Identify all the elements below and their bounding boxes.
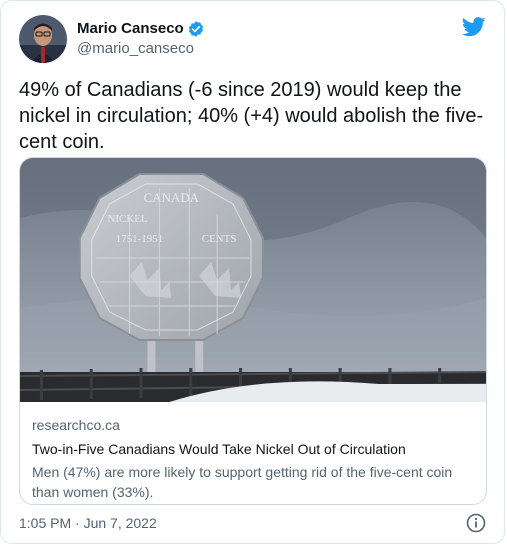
coin-text-top: CANADA (144, 190, 200, 205)
coin-text-years: 1751-1951 (116, 233, 163, 245)
twitter-bird-icon[interactable] (461, 17, 486, 42)
coin-text-left: NICKEL (107, 213, 147, 225)
link-card[interactable]: CANADA NICKEL 1751-1951 CENTS researchco… (19, 157, 487, 505)
tweet-card[interactable]: Mario Canseco @mario_canseco 49% of Cana… (0, 0, 505, 544)
card-body: researchco.ca Two-in-Five Canadians Woul… (20, 402, 486, 502)
info-icon[interactable] (466, 513, 486, 533)
author-handle[interactable]: @mario_canseco (77, 39, 205, 59)
verified-badge-icon (187, 20, 205, 38)
coin-text-right: CENTS (202, 233, 237, 245)
author-display-name[interactable]: Mario Canseco (77, 19, 184, 39)
tweet-timestamp[interactable]: 1:05 PM · Jun 7, 2022 (19, 515, 157, 531)
tweet-text: 49% of Canadians (-6 since 2019) would k… (19, 79, 484, 153)
big-nickel-photo: CANADA NICKEL 1751-1951 CENTS (20, 158, 486, 402)
tweet-footer: 1:05 PM · Jun 7, 2022 (19, 513, 486, 533)
author-names: Mario Canseco @mario_canseco (77, 19, 205, 59)
tweet-header: Mario Canseco @mario_canseco (19, 15, 205, 63)
avatar[interactable] (19, 15, 67, 63)
card-description: Men (47%) are more likely to support get… (32, 464, 453, 500)
card-title[interactable]: Two-in-Five Canadians Would Take Nickel … (32, 440, 474, 458)
card-domain: researchco.ca (32, 417, 120, 433)
